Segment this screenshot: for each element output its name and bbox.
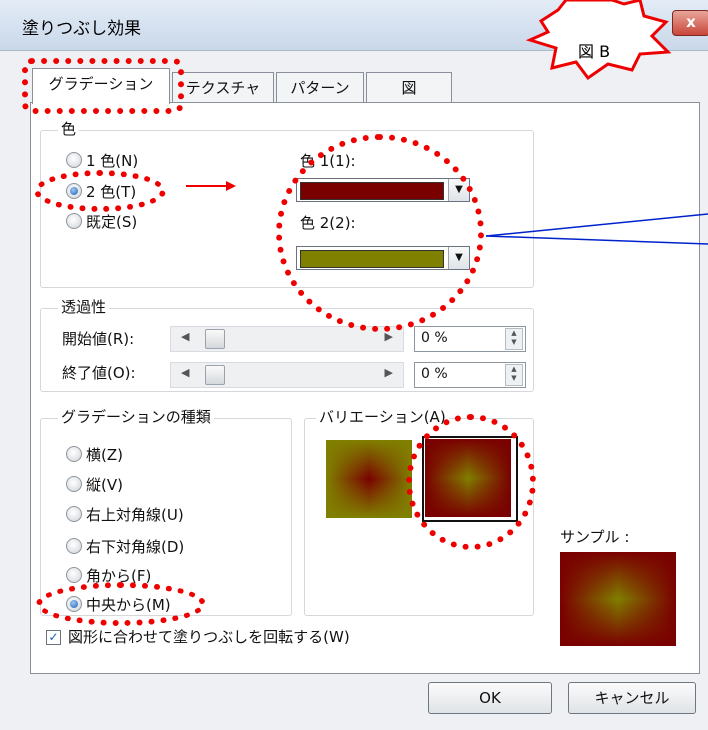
slider-thumb[interactable]: [205, 365, 225, 385]
radio-preset[interactable]: [66, 213, 82, 229]
radio-horizontal-label: 横(Z): [86, 446, 123, 464]
callout-label: 図 B: [578, 42, 611, 61]
tab-gradation[interactable]: グラデーション: [32, 68, 170, 104]
radio-one-color[interactable]: [66, 152, 82, 168]
radio-diagonal-up[interactable]: [66, 506, 82, 522]
radio-from-corner[interactable]: [66, 567, 82, 583]
window-title: 塗りつぶし効果: [22, 19, 142, 39]
arrow-right-icon[interactable]: ▶: [385, 330, 393, 343]
highlight-color-dropdowns: [276, 134, 484, 332]
start-value-label: 開始値(R):: [62, 330, 135, 348]
radio-horizontal[interactable]: [66, 446, 82, 462]
tab-pattern[interactable]: パターン: [276, 72, 364, 103]
arrow-right-icon[interactable]: ▶: [385, 366, 393, 379]
end-value-slider[interactable]: ◀ ▶: [170, 362, 404, 388]
tab-picture[interactable]: 図: [366, 72, 452, 103]
end-value-text: 0 %: [421, 366, 448, 382]
transparency-group-title: 透過性: [58, 296, 110, 317]
radio-diagonal-down[interactable]: [66, 538, 82, 554]
radio-diagonal-up-label: 右上対角線(U): [86, 506, 184, 524]
tab-picture-label: 図: [401, 79, 417, 97]
variation-1[interactable]: [326, 440, 412, 518]
spinner-icon[interactable]: ▲ ▼: [505, 328, 523, 350]
sample-label: サンプル :: [560, 528, 630, 546]
ok-button[interactable]: OK: [428, 682, 552, 714]
radio-one-color-label: 1 色(N): [86, 152, 139, 170]
slider-thumb[interactable]: [205, 329, 225, 349]
radio-vertical[interactable]: [66, 476, 82, 492]
tab-texture-label: テクスチャ: [185, 79, 261, 97]
highlight-from-center-option: [36, 582, 206, 626]
rotate-checkbox-label: 図形に合わせて塗りつぶしを回転する(W): [68, 628, 350, 646]
start-value-text: 0 %: [421, 330, 448, 346]
radio-preset-label: 既定(S): [86, 213, 138, 231]
arrow-left-icon[interactable]: ◀: [181, 330, 189, 343]
colors-group-title: 色: [58, 118, 80, 139]
arrow-left-icon[interactable]: ◀: [181, 366, 189, 379]
start-value-input[interactable]: 0 % ▲ ▼: [414, 326, 526, 352]
cancel-button[interactable]: キャンセル: [568, 682, 696, 714]
sample-preview: [560, 552, 676, 646]
variation-group-title: バリエーション(A): [316, 406, 449, 427]
tab-gradation-label: グラデーション: [48, 75, 154, 93]
end-value-input[interactable]: 0 % ▲ ▼: [414, 362, 526, 388]
highlight-selected-variation: [406, 414, 536, 550]
radio-diagonal-down-label: 右下対角線(D): [86, 538, 185, 556]
highlight-two-color-option: [34, 170, 166, 212]
end-value-label: 終了値(O):: [62, 364, 136, 382]
close-button[interactable]: x: [672, 10, 708, 36]
rotate-checkbox[interactable]: ✓: [46, 630, 61, 645]
spinner-icon[interactable]: ▲ ▼: [505, 364, 523, 386]
radio-vertical-label: 縦(V): [86, 476, 123, 494]
gradient-type-group-title: グラデーションの種類: [58, 406, 214, 427]
tab-texture[interactable]: テクスチャ: [172, 72, 274, 103]
tab-pattern-label: パターン: [290, 79, 350, 97]
